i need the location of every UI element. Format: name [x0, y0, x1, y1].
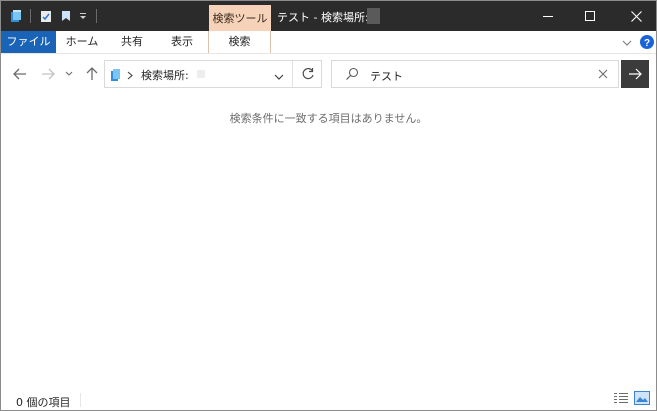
ribbon-tabs: ファイル ホーム 共有 表示 検索 ?: [1, 31, 656, 54]
title-bar: 検索ツール テスト - 検索場所:: [1, 1, 656, 31]
minimize-button[interactable]: [525, 1, 571, 31]
up-arrow-icon[interactable]: [83, 66, 101, 82]
window-title: テスト - 検索場所:: [277, 11, 369, 24]
explorer-icon[interactable]: [8, 8, 24, 24]
navigation-bar: 検索場所: テスト: [1, 54, 656, 94]
tab-file[interactable]: ファイル: [1, 31, 56, 53]
large-icons-view-icon[interactable]: [634, 391, 651, 407]
search-box[interactable]: テスト: [331, 60, 619, 88]
tab-view[interactable]: 表示: [159, 31, 205, 53]
properties-icon[interactable]: [38, 8, 54, 24]
address-bar[interactable]: 検索場所:: [104, 60, 322, 88]
go-search-button[interactable]: [621, 60, 649, 88]
empty-results-message: 検索条件に一致する項目はありません。: [229, 112, 428, 125]
tab-search[interactable]: 検索: [209, 31, 270, 53]
address-divider: [292, 61, 293, 87]
context-tab-divider: [270, 31, 271, 53]
breadcrumb-chevron-icon[interactable]: [127, 70, 133, 83]
back-arrow-icon[interactable]: [11, 66, 29, 82]
svg-text:?: ?: [644, 38, 650, 49]
explorer-window: 検索ツール テスト - 検索場所: ファイル ホーム 共有 表示 検索 ? 検索…: [0, 0, 657, 411]
help-icon[interactable]: ?: [639, 34, 655, 50]
search-icon: [345, 67, 359, 81]
status-divider: [80, 393, 81, 407]
arrow-right-icon: [629, 68, 642, 80]
search-input[interactable]: テスト: [370, 68, 403, 84]
customize-chevron-icon[interactable]: [77, 8, 89, 24]
location-icon: [110, 68, 122, 82]
redacted-path: [197, 70, 205, 78]
item-count: 0 個の項目: [16, 396, 71, 409]
clear-search-icon[interactable]: [598, 69, 609, 80]
status-bar: 0 個の項目: [1, 389, 656, 410]
address-history-chevron-icon[interactable]: [274, 71, 284, 84]
tab-share[interactable]: 共有: [109, 31, 155, 53]
breadcrumb-search-location[interactable]: 検索場所:: [141, 67, 189, 83]
maximize-button[interactable]: [567, 1, 613, 31]
context-tab-search-tools: 検索ツール: [209, 5, 271, 31]
details-view-icon[interactable]: [614, 392, 630, 406]
redacted-location: [367, 8, 380, 24]
tab-home[interactable]: ホーム: [58, 31, 106, 53]
recent-locations-chevron-icon[interactable]: [63, 66, 75, 82]
qa-separator: [94, 8, 100, 24]
new-folder-icon[interactable]: [58, 8, 74, 24]
results-pane[interactable]: 検索条件に一致する項目はありません。: [1, 94, 656, 384]
close-button[interactable]: [613, 1, 656, 31]
qa-separator: [28, 8, 34, 24]
refresh-icon[interactable]: [301, 67, 317, 83]
forward-arrow-icon[interactable]: [39, 66, 57, 82]
expand-ribbon-chevron-icon[interactable]: [621, 37, 633, 49]
